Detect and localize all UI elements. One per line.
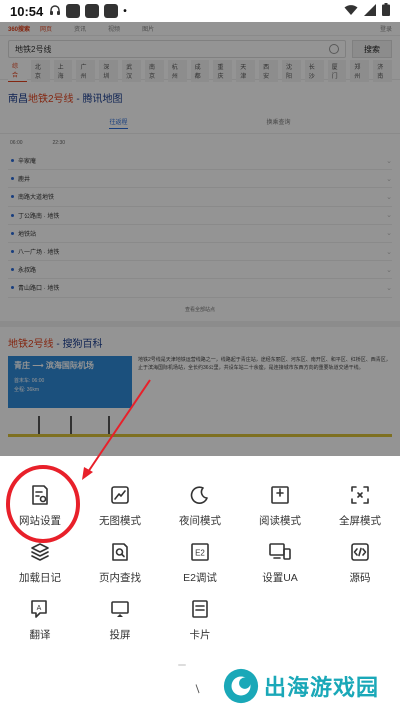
menu-item-site-settings[interactable]: 网站设置 [0, 484, 80, 530]
modal-overlay[interactable] [0, 22, 400, 456]
menu-item-no-image[interactable]: 无图模式 [80, 484, 160, 530]
menu-item-label: E2调试 [183, 572, 217, 584]
menu-item-moon[interactable]: 夜间模式 [160, 484, 240, 530]
menu-item-source-code[interactable]: 源码 [320, 541, 400, 587]
dot-icon: • [123, 5, 127, 17]
menu-item-label: 翻译 [29, 629, 51, 641]
cast-icon [109, 598, 131, 620]
notification-icon [104, 4, 119, 18]
menu-item-label: 网站设置 [19, 515, 61, 527]
headphones-icon [49, 4, 61, 19]
menu-item-e2-debug[interactable]: E2 E2调试 [160, 541, 240, 587]
menu-item-label: 加载日记 [19, 572, 61, 584]
menu-item-label: 阅读模式 [259, 515, 301, 527]
menu-item-label: 设置UA [262, 572, 298, 584]
card-icon [189, 598, 211, 620]
site-settings-icon [29, 484, 51, 506]
menu-item-label: 全屏模式 [339, 515, 381, 527]
signal-icon [364, 3, 376, 19]
back-gesture-icon[interactable]: / [192, 682, 203, 695]
menu-item-label: 卡片 [189, 629, 211, 641]
watermark-logo-icon [223, 668, 259, 704]
wifi-icon [344, 4, 358, 19]
status-bar: 10:54 • [0, 0, 400, 22]
fullscreen-icon [349, 484, 371, 506]
source-code-icon [349, 541, 371, 563]
menu-item-find-in-page[interactable]: 页内查找 [80, 541, 160, 587]
menu-item-label: 夜间模式 [179, 515, 221, 527]
layers-icon [29, 541, 51, 563]
reader-icon [269, 484, 291, 506]
e2-debug-icon: E2 [189, 541, 211, 563]
notification-icon [66, 4, 81, 18]
menu-item-layers[interactable]: 加载日记 [0, 541, 80, 587]
menu-item-reader[interactable]: 阅读模式 [240, 484, 320, 530]
battery-icon [382, 3, 390, 19]
find-in-page-icon [109, 541, 131, 563]
menu-item-label: 无图模式 [99, 515, 141, 527]
sheet-handle[interactable] [178, 664, 186, 666]
menu-item-fullscreen[interactable]: 全屏模式 [320, 484, 400, 530]
watermark-text: 出海游戏园 [264, 675, 380, 700]
menu-item-translate[interactable]: A 翻译 [0, 598, 80, 644]
menu-item-cast[interactable]: 投屏 [80, 598, 160, 644]
status-time: 10:54 [10, 3, 44, 19]
notification-icon [85, 4, 100, 18]
translate-icon: A [29, 598, 51, 620]
watermark: 出海游戏园 [222, 662, 400, 710]
svg-text:E2: E2 [195, 549, 205, 558]
moon-icon [189, 484, 211, 506]
menu-item-label: 投屏 [109, 629, 131, 641]
svg-text:A: A [37, 605, 42, 612]
menu-item-label: 页内查找 [99, 572, 141, 584]
menu-item-card[interactable]: 卡片 [160, 598, 240, 644]
menu-item-label: 源码 [349, 572, 371, 584]
menu-item-user-agent[interactable]: 设置UA [240, 541, 320, 587]
user-agent-icon [269, 541, 291, 563]
no-image-icon [109, 484, 131, 506]
